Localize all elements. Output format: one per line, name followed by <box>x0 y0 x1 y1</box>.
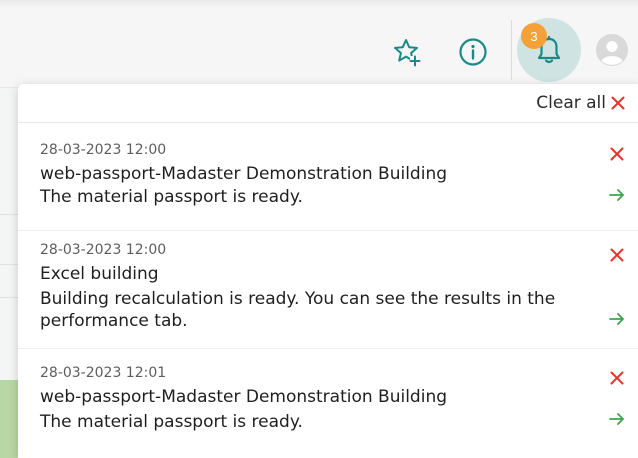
notification-item[interactable]: 28-03-2023 12:00 web-passport-Madaster D… <box>18 124 638 230</box>
dismiss-notification-button[interactable] <box>607 245 627 265</box>
user-avatar-icon <box>596 34 628 66</box>
open-notification-button[interactable] <box>607 309 627 329</box>
notification-timestamp: 28-03-2023 12:00 <box>40 242 167 258</box>
user-avatar-button[interactable] <box>596 34 628 66</box>
close-icon <box>610 147 624 161</box>
dismiss-notification-button[interactable] <box>607 144 627 164</box>
notification-timestamp: 28-03-2023 12:00 <box>40 142 167 158</box>
notification-title: web-passport-Madaster Demonstration Buil… <box>40 387 448 407</box>
dismiss-notification-button[interactable] <box>607 368 627 388</box>
notification-message: Building recalculation is ready. You can… <box>40 289 556 331</box>
notification-title: Excel building <box>40 264 159 284</box>
close-icon <box>611 96 625 110</box>
app-stage: 3 Clear all 28-03-2023 12:00 web-passpor… <box>0 0 638 458</box>
notification-title: web-passport-Madaster Demonstration Buil… <box>40 164 448 184</box>
close-icon <box>610 371 624 385</box>
notification-count-badge: 3 <box>521 23 547 49</box>
clear-all-button[interactable]: Clear all <box>536 93 626 113</box>
star-plus-icon <box>394 39 421 67</box>
arrow-right-icon <box>609 189 624 201</box>
header-top-edge <box>0 0 638 8</box>
header-divider <box>511 20 512 80</box>
notification-message: The material passport is ready. <box>40 412 303 432</box>
add-favorite-button[interactable] <box>391 36 423 68</box>
notification-item[interactable]: 28-03-2023 12:00 Excel building Building… <box>18 230 638 348</box>
notifications-panel-header: Clear all <box>18 84 638 123</box>
clear-all-label: Clear all <box>536 93 606 113</box>
info-icon <box>459 38 487 66</box>
close-icon <box>610 248 624 262</box>
top-header: 3 <box>0 0 638 88</box>
notification-timestamp: 28-03-2023 12:01 <box>40 365 167 381</box>
notification-item[interactable]: 28-03-2023 12:01 web-passport-Madaster D… <box>18 348 638 454</box>
info-button[interactable] <box>456 35 490 69</box>
arrow-right-icon <box>609 313 624 325</box>
notifications-panel: Clear all 28-03-2023 12:00 web-passport-… <box>18 84 638 458</box>
arrow-right-icon <box>609 413 624 425</box>
notification-message: The material passport is ready. <box>40 187 303 207</box>
open-notification-button[interactable] <box>607 185 627 205</box>
open-notification-button[interactable] <box>607 409 627 429</box>
